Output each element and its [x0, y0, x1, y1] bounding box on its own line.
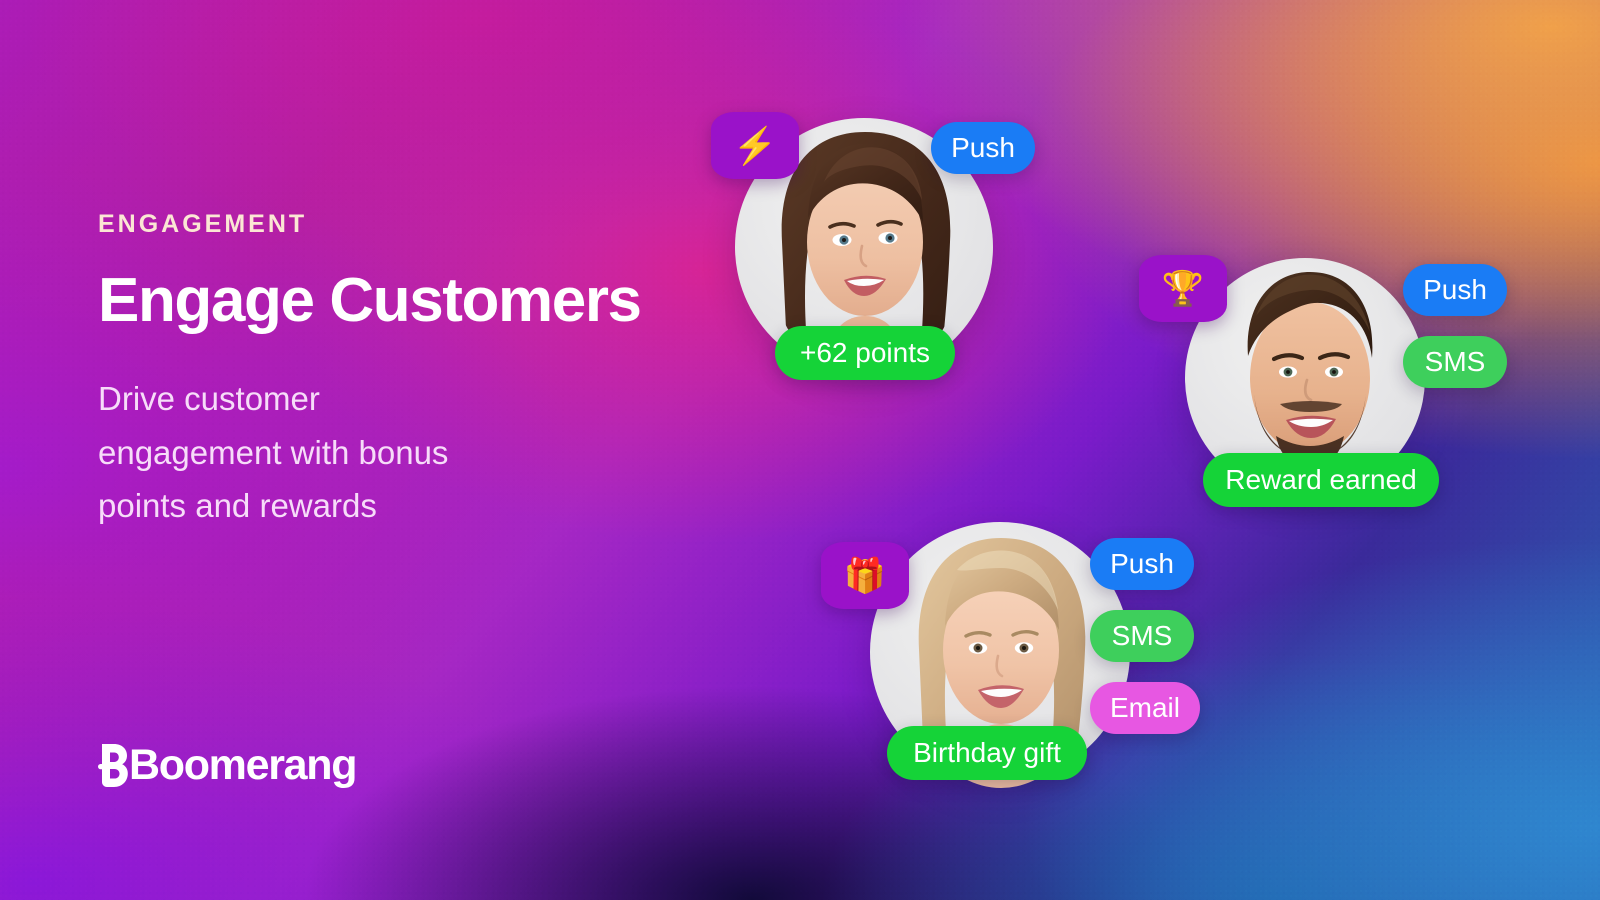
eyebrow-label: ENGAGEMENT — [98, 210, 308, 238]
page-title: Engage Customers — [98, 266, 642, 335]
channel-pill-push[interactable]: Push — [931, 122, 1035, 174]
channel-pill-sms[interactable]: SMS — [1403, 336, 1507, 388]
gift-icon: 🎁 — [821, 542, 909, 609]
badge-glyph: ⚡ — [732, 124, 778, 166]
lightning-bolt-icon: ⚡ — [711, 112, 799, 179]
badge-glyph: 🏆 — [1161, 269, 1205, 308]
brand-logo[interactable]: Boomerang — [98, 741, 358, 789]
status-badge: Reward earned — [1203, 453, 1439, 507]
hero-description: Drive customer engagement with bonus poi… — [98, 380, 449, 525]
channel-pill-push[interactable]: Push — [1090, 538, 1194, 590]
trophy-icon: 🏆 — [1139, 255, 1227, 322]
hero-banner: ENGAGEMENT Engage Customers Drive custom… — [0, 0, 1600, 900]
badge-glyph: 🎁 — [843, 556, 887, 595]
status-badge: +62 points — [775, 326, 955, 380]
status-badge: Birthday gift — [887, 726, 1087, 780]
channel-pill-sms[interactable]: SMS — [1090, 610, 1194, 662]
boomerang-b-mark-icon — [98, 742, 128, 789]
brand-name: Boomerang — [129, 741, 358, 789]
channel-pill-push[interactable]: Push — [1403, 264, 1507, 316]
channel-pill-email[interactable]: Email — [1090, 682, 1200, 734]
hero-copy-block: ENGAGEMENT Engage Customers Drive custom… — [98, 212, 738, 533]
